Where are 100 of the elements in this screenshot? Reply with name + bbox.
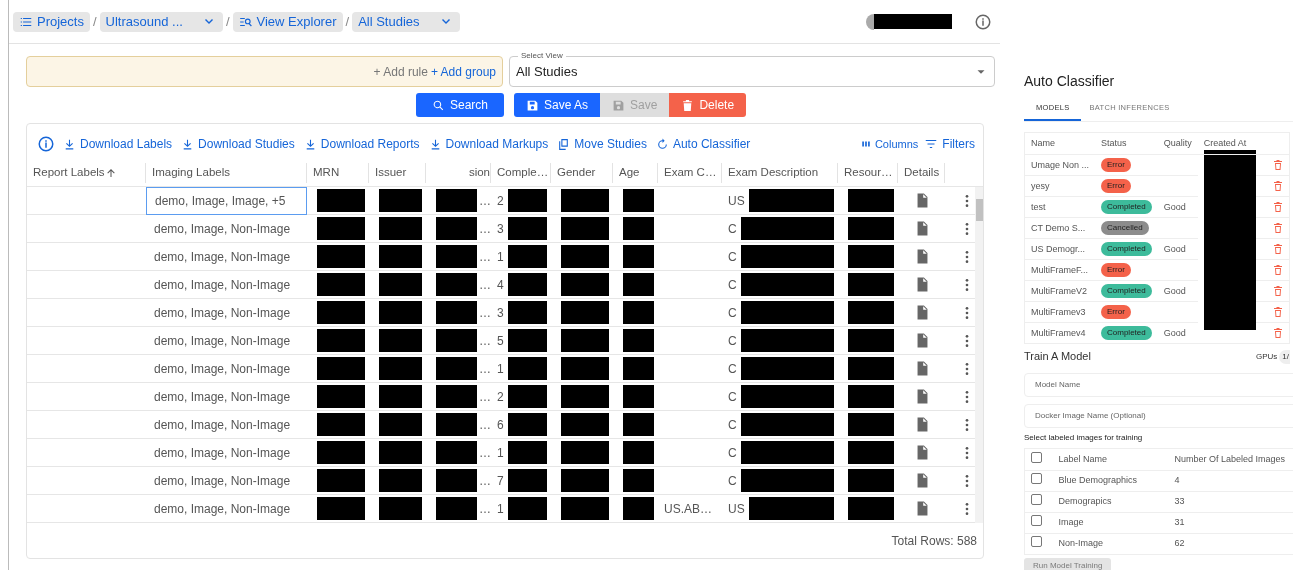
add-rule-link[interactable]: + Add rule (373, 62, 428, 81)
breadcrumb-separator: / (345, 12, 350, 31)
table-cell: demo, Image, Non-Image (146, 411, 307, 439)
download-link[interactable]: Download Reports (303, 135, 420, 153)
breadcrumb-item[interactable]: Projects (13, 11, 90, 32)
column-header[interactable]: Exam C… (658, 163, 722, 183)
column-header[interactable]: Quality (1157, 132, 1198, 155)
table-cell: MultiFrameF... (1024, 259, 1096, 281)
breadcrumb-separator: / (92, 12, 97, 31)
table-cell: demo, Image, Non-Image (146, 271, 307, 299)
breadcrumb-item[interactable]: View Explorer (232, 11, 343, 32)
column-header[interactable]: Resour… (838, 163, 898, 183)
table-cell-text: 2 (497, 388, 504, 406)
table-cell: 33 (1174, 496, 1185, 506)
search-button[interactable]: Search (416, 93, 505, 117)
add-group-link[interactable]: + Add group (430, 62, 496, 81)
table-cell-text: C (728, 220, 737, 238)
label-input-field[interactable]: demo, Image, Image, +5 (146, 187, 307, 215)
gpus-count: 1/ (1279, 349, 1290, 364)
table-cell: Image (1058, 517, 1084, 527)
column-header[interactable]: Details (898, 163, 945, 183)
table-cell: US.AB… (658, 495, 722, 523)
classifier-link[interactable]: Auto Classifier (655, 135, 751, 153)
breadcrumb-separator: / (225, 12, 230, 31)
download-link[interactable]: Download Markups (428, 135, 549, 153)
table-cell-text: 6 (497, 416, 504, 434)
panel-title: Auto Classifier (1024, 72, 1116, 91)
table-cell-text: … (479, 388, 491, 406)
table-cell-text: … (479, 416, 491, 434)
table-cell-text: 1 (497, 360, 504, 378)
table-cell-text: C (728, 304, 737, 322)
table-cell: Umage Non ... (1024, 154, 1096, 176)
column-header[interactable]: sion (426, 163, 491, 183)
column-header[interactable]: Status (1095, 132, 1158, 155)
column-header[interactable]: Issuer (369, 163, 426, 183)
table-cell: 62 (1174, 538, 1185, 548)
status-pill: Completed (1101, 284, 1152, 299)
table-cell-text: 1 (497, 444, 504, 462)
table-cell: test (1024, 196, 1096, 218)
table-cell-text: … (479, 360, 491, 378)
status-pill: Error (1101, 158, 1131, 173)
column-header[interactable]: Number Of Labeled Images (1168, 448, 1293, 471)
table-cell-text: … (479, 332, 491, 350)
download-link[interactable]: Download Studies (181, 135, 295, 153)
gpus-label: GPUs (1256, 350, 1278, 363)
column-header[interactable]: Exam Description (722, 163, 838, 183)
status-pill: Error (1101, 179, 1131, 194)
table-cell: Good (1163, 201, 1186, 212)
column-header[interactable]: Imaging Labels (146, 163, 307, 183)
status-pill: Completed (1101, 326, 1152, 341)
status-pill: Error (1101, 305, 1131, 320)
table-cell-text: … (479, 248, 491, 266)
column-header[interactable]: MRN (307, 163, 369, 183)
status-pill: Error (1101, 263, 1131, 278)
table-cell: MultiFramev3 (1024, 301, 1096, 323)
text-field[interactable]: Docker Image Name (Optional) (1024, 403, 1293, 428)
column-header[interactable]: Age (613, 163, 658, 183)
column-header[interactable]: Gender (551, 163, 613, 183)
table-cell-text: … (479, 220, 491, 238)
breadcrumb-item[interactable]: All Studies (352, 11, 460, 32)
table-cell: demo, Image, Non-Image (146, 215, 307, 243)
column-header[interactable]: Report Labels (27, 163, 146, 183)
table-cell-text: … (479, 304, 491, 322)
move-link[interactable]: Move Studies (557, 135, 647, 153)
table-cell: demo, Image, Non-Image (146, 327, 307, 355)
table-cell-text: C (728, 248, 737, 266)
table-cell: 4 (1174, 475, 1180, 485)
table-cell: demo, Image, Non-Image (146, 439, 307, 467)
table-cell-text: US (728, 500, 745, 518)
table-cell-text: C (728, 416, 737, 434)
table-cell-text: C (728, 388, 737, 406)
table-cell: Non-Image (1058, 538, 1104, 548)
table-cell: yesy (1024, 175, 1096, 197)
table-cell-text: 7 (497, 472, 504, 490)
columns-button[interactable]: Columns (860, 135, 919, 153)
table-cell-text: 3 (497, 220, 504, 238)
total-rows-label: Total Rows: 588 (891, 532, 977, 550)
status-pill: Completed (1101, 242, 1152, 257)
table-cell-text: 5 (497, 332, 504, 350)
filters-button[interactable]: Filters (924, 135, 975, 153)
table-cell: Good (1163, 285, 1186, 296)
table-cell: 31 (1174, 517, 1185, 527)
table-cell: Good (1163, 243, 1186, 254)
table-cell-text: 1 (497, 500, 504, 518)
table-cell-text: US (728, 192, 745, 210)
table-cell-text: C (728, 332, 737, 350)
breadcrumb-item[interactable]: Ultrasound ... (99, 11, 223, 32)
text-field[interactable]: Model Name (1024, 372, 1293, 397)
download-link[interactable]: Download Labels (63, 135, 173, 153)
table-cell-text: C (728, 444, 737, 462)
table-cell: demo, Image, Non-Image (146, 495, 307, 523)
column-header[interactable]: Comple… (491, 163, 551, 183)
selected-value: All Studies (516, 62, 579, 81)
column-header[interactable]: Label Name (1052, 448, 1169, 471)
column-header[interactable]: Name (1024, 132, 1096, 155)
table-cell-text: 1 (497, 248, 504, 266)
table-cell-text: … (479, 472, 491, 490)
table-cell-text: C (728, 360, 737, 378)
table-cell: demo, Image, Non-Image (146, 299, 307, 327)
table-cell: demo, Image, Non-Image (146, 383, 307, 411)
